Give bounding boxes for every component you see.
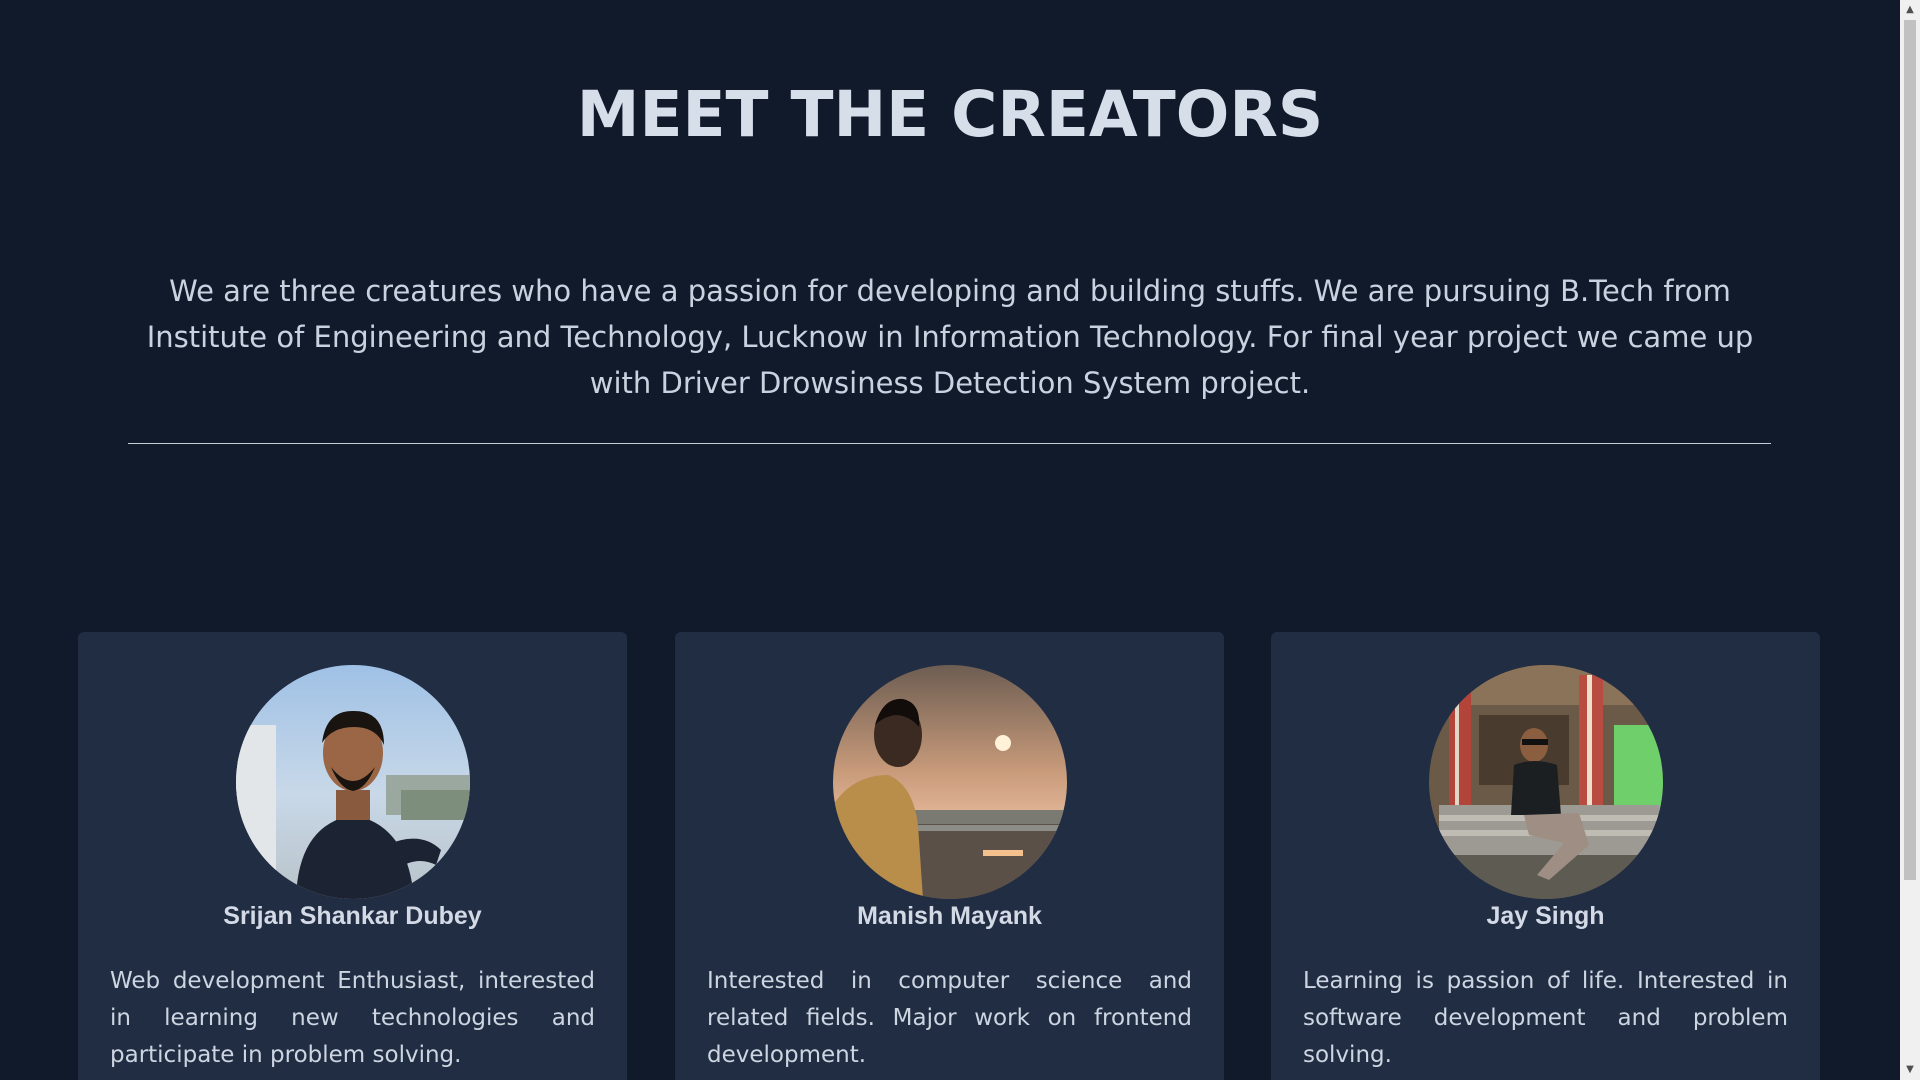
section-divider <box>128 443 1771 444</box>
person-photo-icon <box>833 665 1067 899</box>
creator-card: Jay Singh Learning is passion of life. I… <box>1271 632 1820 1080</box>
creator-name: Jay Singh <box>1486 902 1605 930</box>
scroll-up-arrow-icon[interactable]: ▲ <box>1900 0 1920 20</box>
creator-card: Manish Mayank Interested in computer sci… <box>675 632 1224 1080</box>
creator-bio: Learning is passion of life. Interested … <box>1303 968 1788 1068</box>
avatar <box>1429 665 1663 899</box>
creators-page: MEET THE CREATORS We are three creatures… <box>0 0 1900 1080</box>
scroll-down-arrow-icon[interactable]: ▼ <box>1900 1060 1920 1080</box>
page-title: MEET THE CREATORS <box>576 78 1324 151</box>
person-photo-icon <box>1429 665 1663 899</box>
intro-paragraph: We are three creatures who have a passio… <box>146 274 1754 400</box>
page-scrollbar[interactable]: ▲ ▼ <box>1900 0 1920 1080</box>
person-photo-icon <box>236 665 470 899</box>
avatar <box>236 665 470 899</box>
creator-card: Srijan Shankar Dubey Web development Ent… <box>78 632 627 1080</box>
scrollbar-thumb[interactable] <box>1904 20 1916 880</box>
avatar <box>833 665 1067 899</box>
creator-bio: Interested in computer science and relat… <box>707 968 1192 1068</box>
creator-bio: Web development Enthusiast, interested i… <box>110 968 595 1068</box>
creator-name: Srijan Shankar Dubey <box>223 902 482 930</box>
creator-name: Manish Mayank <box>857 902 1042 930</box>
